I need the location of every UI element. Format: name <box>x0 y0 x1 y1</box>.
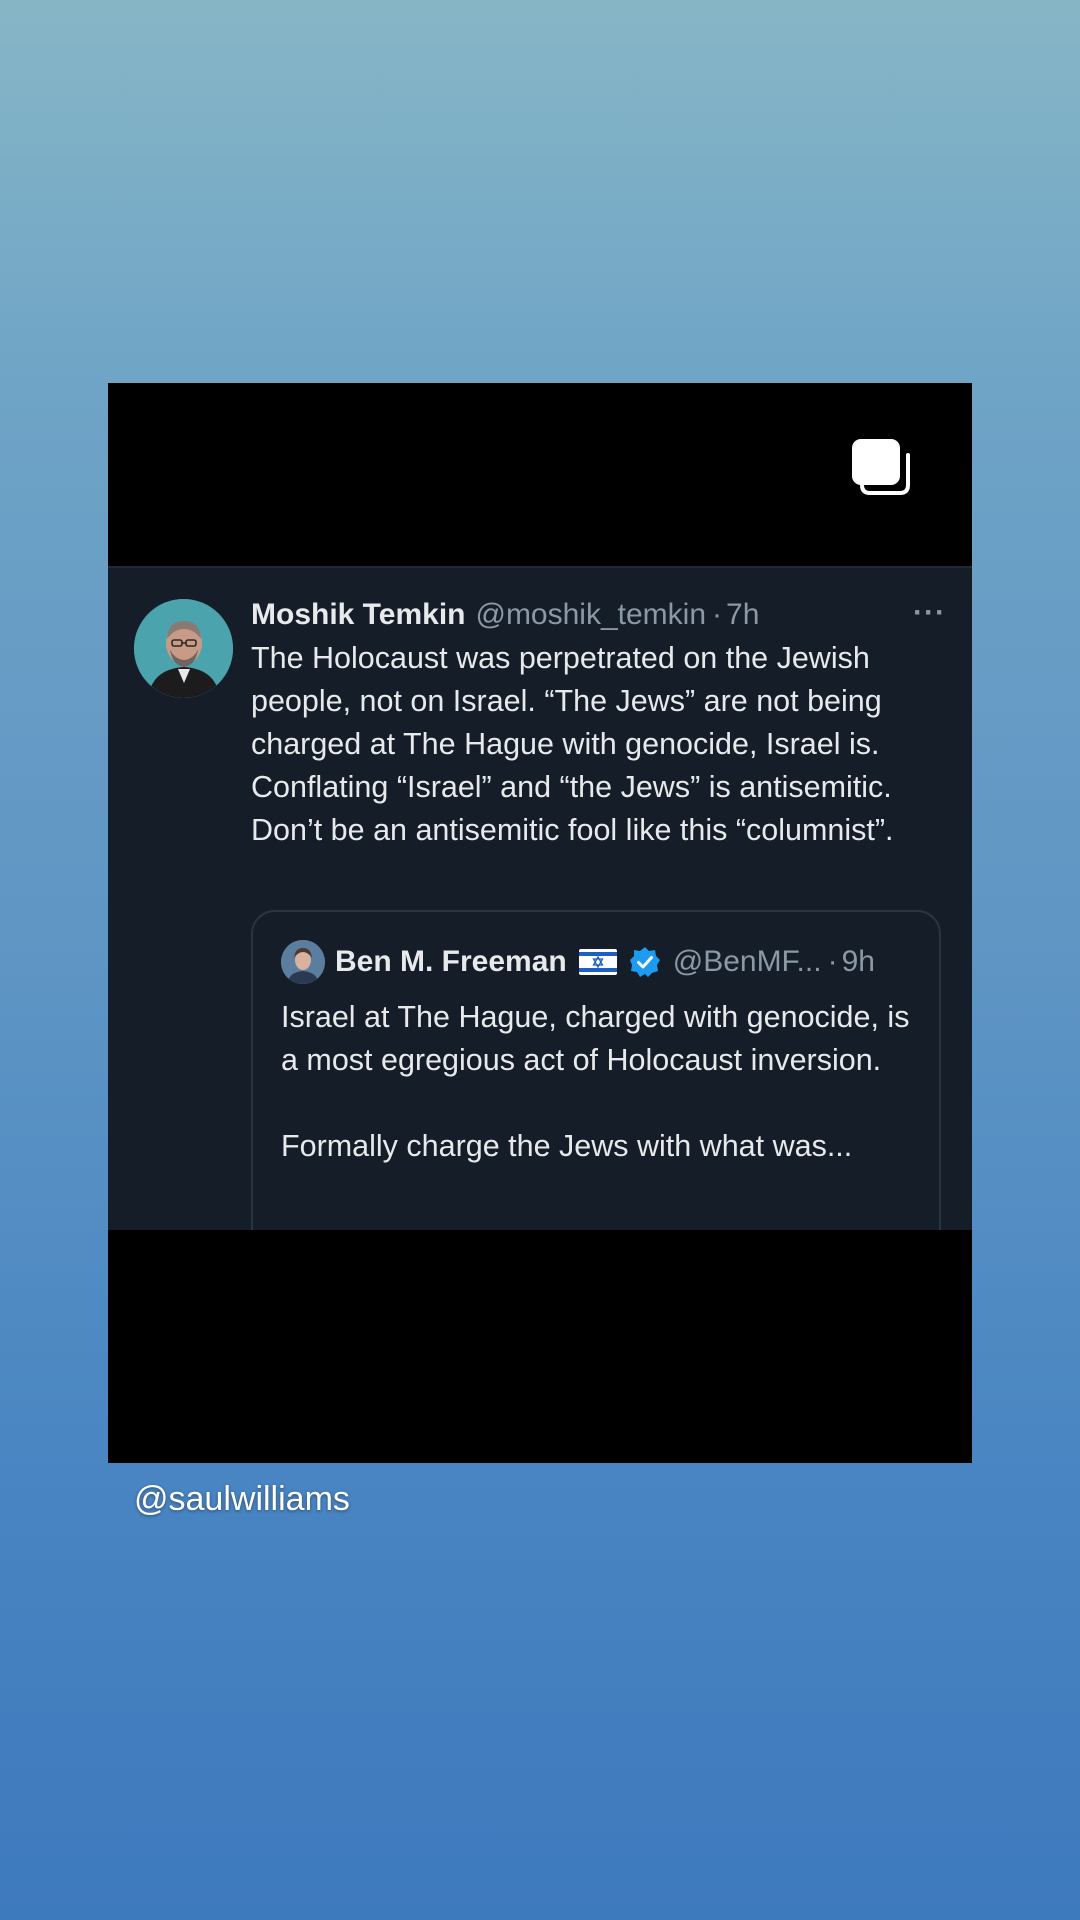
verified-badge-icon <box>629 946 661 978</box>
more-options-icon[interactable]: ··· <box>913 596 946 630</box>
author-avatar[interactable] <box>134 599 233 698</box>
quoted-tweet-text: Israel at The Hague, charged with genoci… <box>281 996 921 1168</box>
quoted-author-avatar[interactable] <box>281 940 325 984</box>
author-name[interactable]: Moshik Temkin <box>251 598 465 632</box>
tweet-card[interactable]: Moshik Temkin @moshik_temkin · 7h ··· Th… <box>108 566 972 1230</box>
quoted-author-name[interactable]: Ben M. Freeman <box>335 945 567 979</box>
author-handle[interactable]: @moshik_temkin <box>475 598 706 632</box>
tweet-timestamp[interactable]: 7h <box>726 598 759 632</box>
quoted-tweet[interactable]: Ben M. Freeman @BenMF... · 9h Israel at … <box>251 910 941 1230</box>
story-card: Moshik Temkin @moshik_temkin · 7h ··· Th… <box>108 383 972 1463</box>
quoted-paragraph-1: Israel at The Hague, charged with genoci… <box>281 1000 910 1077</box>
quoted-tweet-header: Ben M. Freeman @BenMF... · 9h <box>335 938 875 986</box>
israel-flag-icon <box>578 949 617 975</box>
tweet-text: The Holocaust was perpetrated on the Jew… <box>251 641 894 847</box>
quoted-paragraph-2: Formally charge the Jews with what was..… <box>281 1129 853 1163</box>
mention-sticker[interactable]: @saulwilliams <box>134 1480 350 1519</box>
quoted-separator-dot: · <box>827 945 838 978</box>
separator-dot: · <box>712 598 723 631</box>
tweet-header: Moshik Temkin @moshik_temkin · 7h <box>251 592 759 638</box>
quoted-author-handle[interactable]: @BenMF... <box>673 945 822 979</box>
multiple-pages-icon[interactable] <box>848 435 912 499</box>
quoted-tweet-timestamp[interactable]: 9h <box>842 945 875 979</box>
